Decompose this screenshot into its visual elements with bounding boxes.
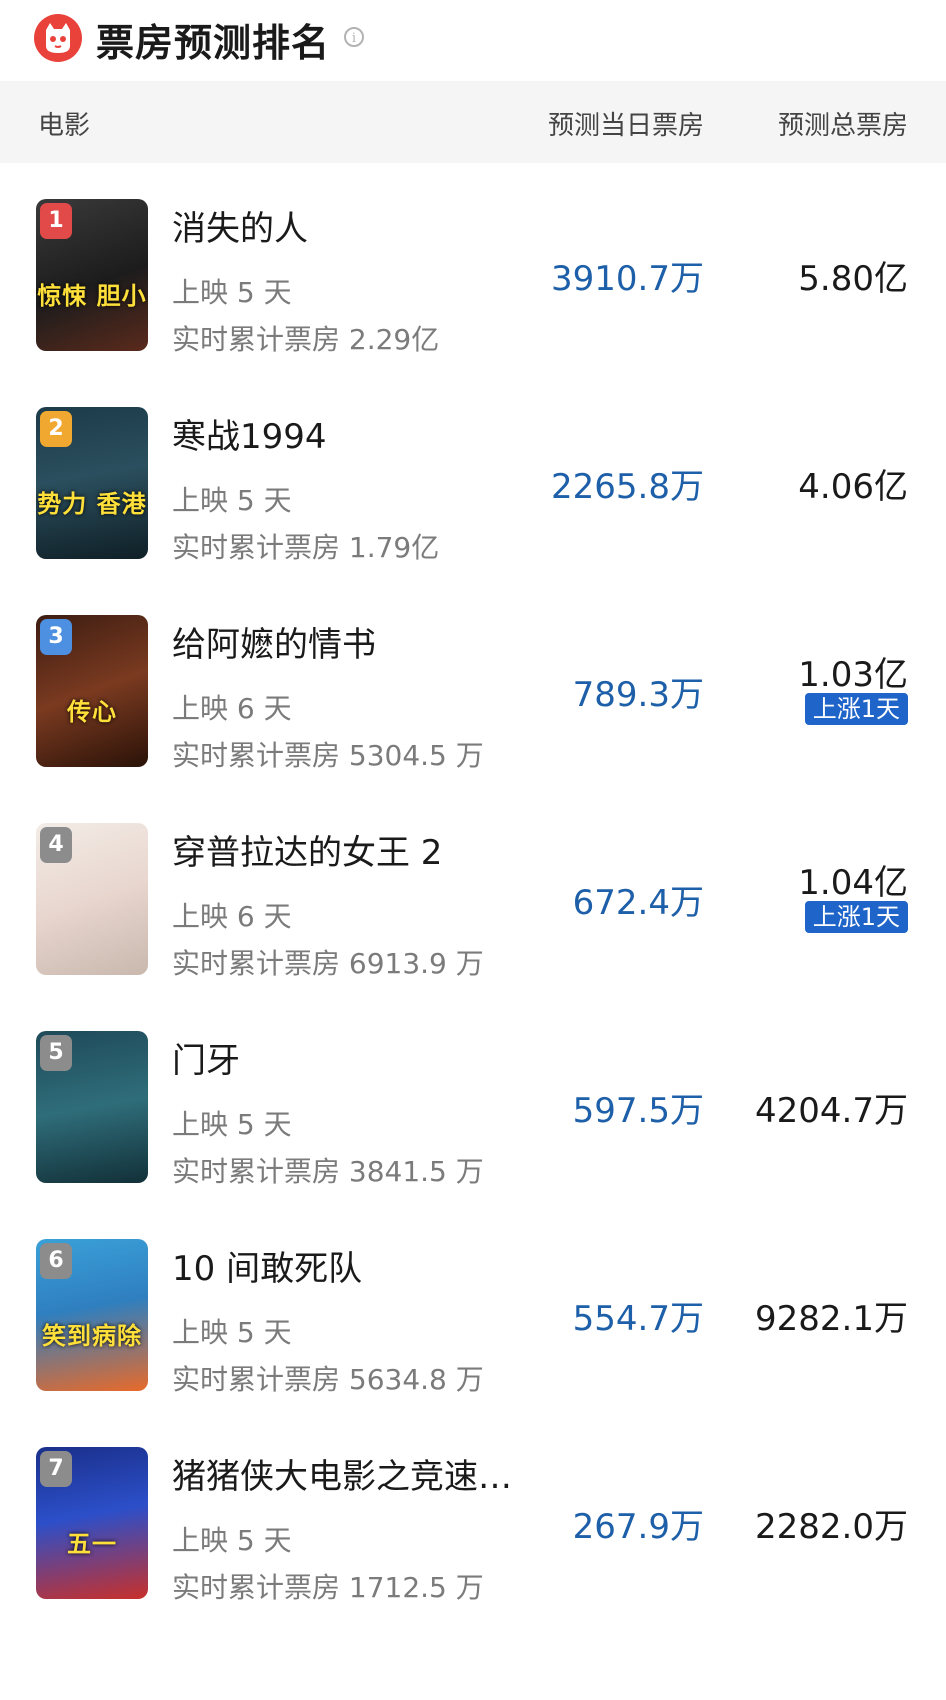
poster-text: 笑到病除 (42, 1321, 142, 1350)
film-row[interactable]: 7 五一 猪猪侠大电影之竞速… 上映 5 天实时累计票房 1712.5 万 267.9万… (0, 1411, 946, 1637)
info-icon[interactable]: i (344, 27, 364, 47)
rank-badge: 7 (40, 1451, 72, 1487)
rank-badge: 5 (40, 1035, 72, 1071)
film-poster[interactable]: 4 (36, 823, 148, 975)
film-row[interactable]: 3 传心 给阿嬷的情书上映 6 天实时累计票房 5304.5 万 789.3万 1.03… (0, 579, 946, 805)
film-title[interactable]: 猪猪侠大电影之竞速… (172, 1449, 512, 1498)
film-title[interactable]: 10 间敢死队 (172, 1241, 362, 1290)
film-title[interactable]: 寒战1994 (172, 409, 327, 458)
predicted-today-box-office: 2265.8万 (551, 467, 704, 507)
column-header-total-box[interactable]: 预测总票房 (778, 105, 908, 142)
release-days: 上映 5 天 (172, 1108, 292, 1141)
poster-text: 五一 (67, 1529, 117, 1558)
rank-badge: 6 (40, 1243, 72, 1279)
predicted-today-box-office: 672.4万 (572, 883, 704, 923)
film-poster[interactable]: 6 笑到病除 (36, 1239, 148, 1391)
page-header: 票房预测排名 i (0, 0, 946, 80)
release-days: 上映 6 天 (172, 692, 292, 725)
release-days: 上映 5 天 (172, 1316, 292, 1349)
film-title[interactable]: 穿普拉达的女王 2 (172, 825, 442, 874)
predicted-total-box-office: 1.04亿 (798, 863, 908, 903)
poster-text: 势力 香港 (37, 489, 147, 518)
box-office-ranking-page: 票房预测排名 i 电影 预测当日票房 预测总票房 1 惊悚 胆小 消失的人上映 5 … (0, 0, 946, 1700)
cat-logo-icon (34, 14, 82, 62)
predicted-total-box-office: 4.06亿 (798, 467, 908, 507)
cumulative-box-office: 实时累计票房 1.79亿 (172, 531, 440, 564)
trend-badge: 上涨1天 (804, 901, 908, 933)
release-days: 上映 5 天 (172, 484, 292, 517)
release-days: 上映 5 天 (172, 1524, 292, 1557)
predicted-total-box-office: 2282.0万 (755, 1507, 908, 1547)
film-poster[interactable]: 2 势力 香港 (36, 407, 148, 559)
film-poster[interactable]: 7 五一 (36, 1447, 148, 1599)
cumulative-box-office: 实时累计票房 1712.5 万 (172, 1571, 484, 1604)
predicted-total-box-office: 9282.1万 (755, 1299, 908, 1339)
predicted-today-box-office: 267.9万 (572, 1507, 704, 1547)
film-poster[interactable]: 1 惊悚 胆小 (36, 199, 148, 351)
page-title: 票房预测排名 (96, 21, 331, 65)
predicted-total-box-office: 4204.7万 (755, 1091, 908, 1131)
poster-text: 传心 (67, 697, 117, 726)
cumulative-box-office: 实时累计票房 6913.9 万 (172, 947, 484, 980)
film-row[interactable]: 4 穿普拉达的女王 2 上映 6 天实时累计票房 6913.9 万 672.4万 1.0… (0, 787, 946, 1013)
rank-badge: 4 (40, 827, 72, 863)
cumulative-box-office: 实时累计票房 2.29亿 (172, 323, 440, 356)
predicted-today-box-office: 554.7万 (572, 1299, 704, 1339)
cumulative-box-office: 实时累计票房 3841.5 万 (172, 1155, 484, 1188)
film-poster[interactable]: 3 传心 (36, 615, 148, 767)
column-header-bar: 电影 预测当日票房 预测总票房 (0, 81, 946, 163)
film-title[interactable]: 门牙 (172, 1033, 240, 1082)
cumulative-box-office: 实时累计票房 5304.5 万 (172, 739, 484, 772)
film-poster[interactable]: 5 (36, 1031, 148, 1183)
rank-badge: 1 (40, 203, 72, 239)
film-row[interactable]: 6 笑到病除 10 间敢死队上映 5 天实时累计票房 5634.8 万 554.7万 9… (0, 1203, 946, 1429)
release-days: 上映 5 天 (172, 276, 292, 309)
predicted-total-box-office: 1.03亿 (798, 655, 908, 695)
film-title[interactable]: 消失的人 (172, 201, 308, 250)
film-row[interactable]: 5 门牙上映 5 天实时累计票房 3841.5 万 597.5万 4204.7万 (0, 995, 946, 1221)
predicted-total-box-office: 5.80亿 (798, 259, 908, 299)
predicted-today-box-office: 789.3万 (572, 675, 704, 715)
film-row[interactable]: 2 势力 香港 寒战1994 上映 5 天实时累计票房 1.79亿 2265.8万 4.0… (0, 371, 946, 597)
film-row[interactable]: 1 惊悚 胆小 消失的人上映 5 天实时累计票房 2.29亿 3910.7万 5.80亿 (0, 163, 946, 389)
trend-badge: 上涨1天 (804, 693, 908, 725)
release-days: 上映 6 天 (172, 900, 292, 933)
predicted-today-box-office: 3910.7万 (551, 259, 704, 299)
cumulative-box-office: 实时累计票房 5634.8 万 (172, 1363, 484, 1396)
poster-text: 惊悚 胆小 (37, 281, 147, 310)
predicted-today-box-office: 597.5万 (572, 1091, 704, 1131)
rank-badge: 2 (40, 411, 72, 447)
rank-badge: 3 (40, 619, 72, 655)
column-header-today-box[interactable]: 预测当日票房 (548, 105, 704, 142)
column-header-film: 电影 (38, 111, 91, 141)
film-title[interactable]: 给阿嬷的情书 (172, 617, 376, 666)
